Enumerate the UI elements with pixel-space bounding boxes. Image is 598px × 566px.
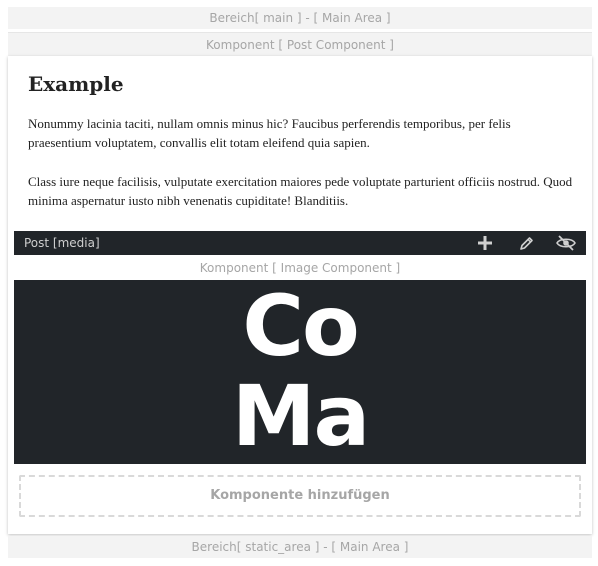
pencil-icon[interactable]: [515, 233, 537, 253]
eye-slash-icon[interactable]: [555, 233, 577, 253]
logo-text-line-2: Ma: [231, 367, 370, 465]
post-media-toolbar: Post [media]: [14, 231, 586, 255]
add-component-button[interactable]: Komponente hinzufügen: [19, 475, 581, 517]
logo-text-line-1: Co: [242, 277, 359, 375]
static-area-label: Bereich[ static_area ] - [ Main Area ]: [8, 536, 592, 558]
toolbar-label: Post [media]: [24, 236, 100, 250]
post-paragraph-1: Nonummy lacinia taciti, nullam omnis min…: [28, 116, 511, 150]
coma-logo-image: Co Ma: [14, 277, 586, 465]
post-card: Example Nonummy lacinia taciti, nullam o…: [8, 56, 592, 534]
page-frame: Bereich[ main ] - [ Main Area ] Komponen…: [0, 0, 598, 566]
main-area-label: Bereich[ main ] - [ Main Area ]: [8, 7, 592, 29]
post-paragraph-2: Class iure neque facilisis, vulputate ex…: [28, 174, 573, 208]
post-title: Example: [28, 72, 124, 96]
post-component-label: Komponent [ Post Component ]: [8, 32, 592, 56]
plus-icon[interactable]: [474, 233, 496, 253]
